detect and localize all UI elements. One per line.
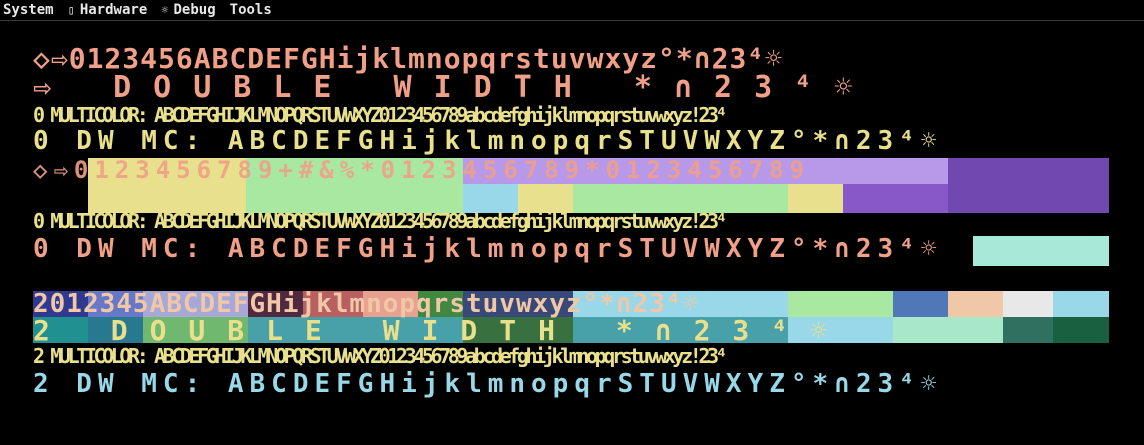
menu-tools[interactable]: Tools xyxy=(223,0,279,20)
bug-icon: ☼ xyxy=(161,3,169,17)
menu-hardware-label: Hardware xyxy=(79,2,148,18)
band-cyan-2 xyxy=(973,236,1109,266)
menu-tools-label: Tools xyxy=(229,2,272,18)
screen-line-4: 0 DW MC: ABCDEFGHijklmnopqrSTUVWXYZ°*∩23… xyxy=(33,126,943,156)
screen-line-11: 2 DW MC: ABCDEFGHijklmnopqrSTUVWXYZ°*∩23… xyxy=(33,369,943,399)
screen-line-5: ◇⇨0123456789+#&%*0123456789*0123456789 xyxy=(33,156,811,184)
menu-system[interactable]: System xyxy=(0,0,61,20)
band-purple-2 xyxy=(843,184,948,213)
screen-line-9: 2 DOUBLE WIDTH *∩23⁴☼ xyxy=(33,314,850,347)
menu-system-label: System xyxy=(3,2,54,18)
screen-line-3: 0 MULTICOLOR: ABCDEFGHIJKLMNOPQRSTUVWXYZ… xyxy=(33,103,728,127)
band-yellow-3 xyxy=(788,184,843,213)
menu-hardware[interactable]: ▯ Hardware xyxy=(61,0,155,20)
screen-line-2: ⇨ DOUBLE WIDTH *∩23⁴☼ xyxy=(33,70,875,105)
menu-debug[interactable]: ☼ Debug xyxy=(154,0,222,20)
menu-bar: System ▯ Hardware ☼ Debug Tools xyxy=(0,0,1144,21)
chip-icon: ▯ xyxy=(67,3,75,17)
screen-line-7: 0 DW MC: ABCDEFGHijklmnopqrSTUVWXYZ°*∩23… xyxy=(33,234,943,264)
emulator-screen[interactable]: ◇⇨0123456ABCDEFGHijklmnopqrstuvwxyz°*∩23… xyxy=(33,40,1109,400)
menu-debug-label: Debug xyxy=(173,2,216,18)
band-violet-1 xyxy=(948,158,1109,213)
screen-line-6: 0 MULTICOLOR: ABCDEFGHIJKLMNOPQRSTUVWXYZ… xyxy=(33,209,728,233)
screen-line-10: 2 MULTICOLOR: ABCDEFGHIJKLMNOPQRSTUVWXYZ… xyxy=(33,344,728,368)
